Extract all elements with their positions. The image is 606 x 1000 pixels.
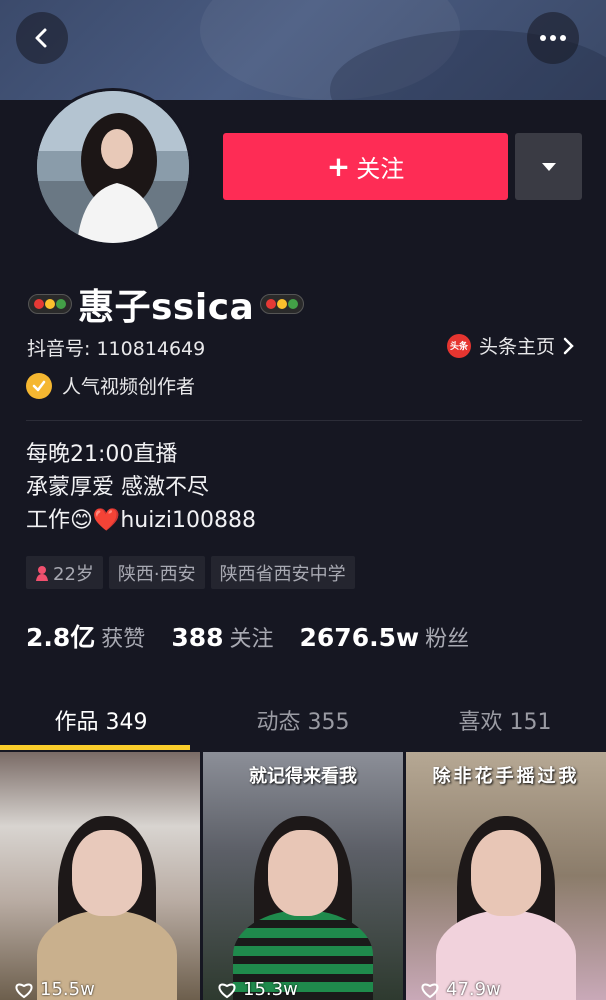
following-count[interactable]: 388: [171, 623, 223, 652]
age-tag: 22岁: [26, 556, 103, 589]
heart-outline-icon: [421, 982, 439, 998]
creator-badge: 人气视频创作者: [26, 372, 195, 399]
school-tag: 陕西省西安中学: [210, 556, 355, 589]
profile-stats: 2.8亿 获赞 388 关注 2676.5w 粉丝: [26, 618, 495, 654]
likes-count: 2.8亿: [26, 623, 96, 652]
tab-works[interactable]: 作品 349: [0, 690, 202, 750]
bio-line: 承蒙厚爱 感激不尽: [26, 475, 209, 500]
video-likes-count: 15.3w: [243, 979, 298, 1000]
followers-count[interactable]: 2676.5w: [300, 623, 420, 652]
profile-bio: 每晚21:00直播 承蒙厚爱 感激不尽 工作😊❤️huizi100888: [26, 438, 256, 537]
video-likes: 47.9w: [420, 979, 501, 1000]
douyin-id: 抖音号: 110814649: [27, 338, 206, 360]
video-thumbnail[interactable]: 15.5w: [0, 752, 200, 1000]
follow-label: 关注: [356, 155, 405, 183]
content-tabs: 作品 349 动态 355 喜欢 151: [0, 690, 606, 750]
recommend-dropdown-button[interactable]: [515, 133, 582, 200]
creator-badge-label: 人气视频创作者: [62, 376, 196, 398]
ellipsis-icon: [540, 35, 566, 41]
video-person: [37, 816, 177, 1000]
traffic-light-emoji: [260, 294, 305, 314]
traffic-light-emoji: [28, 294, 72, 314]
tab-activity[interactable]: 动态 355: [202, 690, 404, 750]
bio-line: 工作😊❤️huizi100888: [26, 508, 256, 533]
video-person: [436, 816, 576, 1000]
avatar[interactable]: [34, 88, 192, 246]
video-likes-count: 15.5w: [40, 979, 95, 1000]
chevron-right-icon: [563, 337, 574, 354]
caret-down-icon: [541, 162, 556, 171]
video-thumbnail[interactable]: 就记得来看我 15.3w: [203, 752, 403, 1000]
video-likes-count: 47.9w: [446, 979, 501, 1000]
verified-check-icon: [26, 372, 52, 399]
followers-label[interactable]: 粉丝: [425, 621, 469, 653]
more-options-button[interactable]: [527, 12, 579, 64]
chevron-left-icon: [35, 28, 47, 48]
following-label[interactable]: 关注: [230, 621, 274, 653]
follow-button[interactable]: + 关注: [223, 133, 508, 200]
toutiao-link-label: 头条主页: [479, 336, 556, 358]
video-likes: 15.3w: [217, 979, 298, 1000]
video-person: [233, 816, 373, 1000]
age-label: 22岁: [53, 563, 94, 585]
video-grid: 15.5w 就记得来看我 15.3w 除非花手摇过我 47.9w: [0, 752, 606, 1000]
female-icon: [36, 565, 48, 581]
profile-tags: 22岁 陕西·西安 陕西省西安中学: [26, 556, 355, 589]
heart-outline-icon: [15, 982, 33, 998]
back-button[interactable]: [16, 12, 68, 64]
video-caption: 就记得来看我: [249, 766, 357, 787]
plus-icon: +: [326, 149, 351, 183]
profile-cover: [0, 0, 606, 100]
heart-outline-icon: [218, 982, 236, 998]
likes-label: 获赞: [101, 627, 146, 652]
region-tag: 陕西·西安: [108, 556, 205, 589]
divider: [26, 420, 582, 421]
video-thumbnail[interactable]: 除非花手摇过我 47.9w: [406, 752, 606, 1000]
tab-likes[interactable]: 喜欢 151: [404, 690, 606, 750]
bio-line: 每晚21:00直播: [26, 442, 178, 467]
profile-name-row: 惠子ssica: [28, 278, 305, 330]
video-likes: 15.5w: [14, 979, 95, 1000]
video-caption: 除非花手摇过我: [432, 766, 580, 787]
toutiao-homepage-link[interactable]: 头条 头条主页: [447, 332, 575, 359]
toutiao-icon: 头条: [447, 333, 471, 358]
profile-name: 惠子ssica: [78, 287, 255, 328]
avatar-photo: [37, 91, 189, 243]
